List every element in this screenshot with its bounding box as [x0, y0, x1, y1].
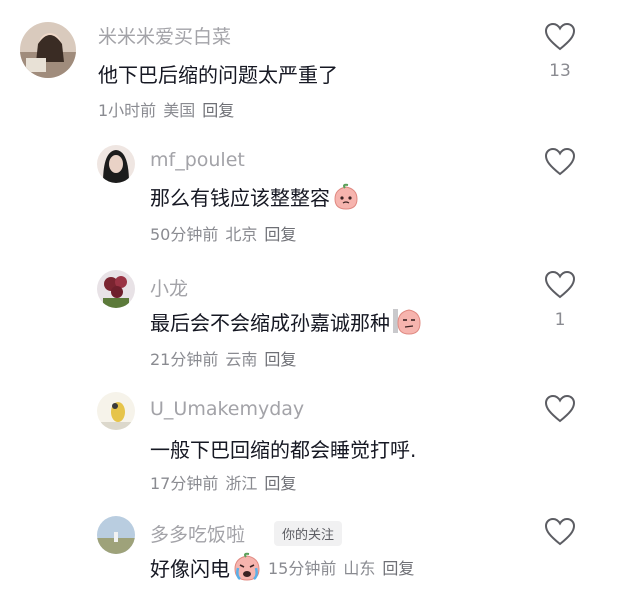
comment-item: U_Umakemyday 一般下巴回缩的都会睡觉打呼. 17分钟前 浙江 回复: [0, 370, 640, 500]
comment-text: 好像闪电: [150, 556, 230, 581]
comment-item: 小龙 最后会不会缩成孙嘉诚那种 21分钟前 云南 回复 1: [0, 250, 640, 370]
comment-text: 最后会不会缩成孙嘉诚那种: [150, 310, 390, 335]
comment-username[interactable]: mf_poulet: [150, 149, 245, 171]
heart-icon[interactable]: [544, 270, 576, 300]
comment-username[interactable]: U_Umakemyday: [150, 398, 304, 420]
peach-face-icon: [334, 183, 358, 210]
comment-text: 那么有钱应该整整容: [150, 186, 330, 210]
comment-text: 一般下巴回缩的都会睡觉打呼.: [150, 438, 417, 462]
comment-meta: 21分钟前 云南 回复: [150, 346, 303, 370]
crying-face-icon: [234, 552, 260, 581]
reply-button[interactable]: 回复: [264, 225, 296, 244]
comment-text-row: 最后会不会缩成孙嘉诚那种: [150, 306, 422, 336]
smirk-face-icon: [393, 309, 421, 335]
comment-meta: 15分钟前 山东 回复: [268, 555, 421, 579]
comment-location: 云南: [225, 350, 258, 369]
comment-item: 多多吃饭啦 你的关注 好像闪电 15分钟前 山东 回复: [0, 500, 640, 595]
comment-meta: 50分钟前 北京 回复: [150, 221, 303, 245]
reply-button[interactable]: 回复: [264, 350, 296, 369]
comment-username[interactable]: 米米米爱买白菜: [98, 22, 231, 49]
comment-time: 21分钟前: [150, 350, 219, 369]
following-badge: 你的关注: [274, 521, 343, 546]
comment-username[interactable]: 多多吃饭啦: [150, 520, 245, 547]
comment-item: mf_poulet 那么有钱应该整整容 50分钟前 北京 回复: [0, 125, 640, 250]
avatar[interactable]: [97, 516, 135, 554]
avatar[interactable]: [97, 392, 135, 430]
heart-icon[interactable]: [544, 517, 576, 547]
comment-time: 15分钟前: [268, 559, 337, 578]
heart-icon[interactable]: [544, 147, 576, 177]
comment-time: 50分钟前: [150, 225, 219, 244]
comment-location: 北京: [225, 225, 258, 244]
comment-time: 1小时前: [98, 101, 157, 120]
reply-button[interactable]: 回复: [264, 474, 296, 493]
comment-time: 17分钟前: [150, 474, 219, 493]
reply-button[interactable]: 回复: [382, 555, 414, 579]
comment-location: 美国: [163, 101, 196, 120]
comment-item: 米米米爱买白菜 他下巴后缩的问题太严重了 1小时前 美国 回复 13: [0, 0, 640, 125]
comment-username[interactable]: 小龙: [150, 274, 188, 301]
comment-location: 浙江: [225, 474, 258, 493]
comment-meta: 17分钟前 浙江 回复: [150, 470, 303, 494]
avatar[interactable]: [20, 22, 76, 78]
comment-text: 他下巴后缩的问题太严重了: [98, 63, 338, 87]
heart-icon[interactable]: [544, 22, 576, 52]
comment-text-row: 那么有钱应该整整容: [150, 182, 360, 211]
heart-icon[interactable]: [544, 394, 576, 424]
avatar[interactable]: [97, 270, 135, 308]
comment-meta: 1小时前 美国 回复: [98, 97, 241, 121]
like-count: 13: [549, 61, 571, 81]
reply-button[interactable]: 回复: [202, 101, 234, 120]
avatar[interactable]: [97, 145, 135, 183]
comment-location: 山东: [343, 559, 376, 578]
like-count: 1: [554, 310, 566, 330]
comment-text-row: 好像闪电 15分钟前 山东 回复: [150, 552, 421, 582]
